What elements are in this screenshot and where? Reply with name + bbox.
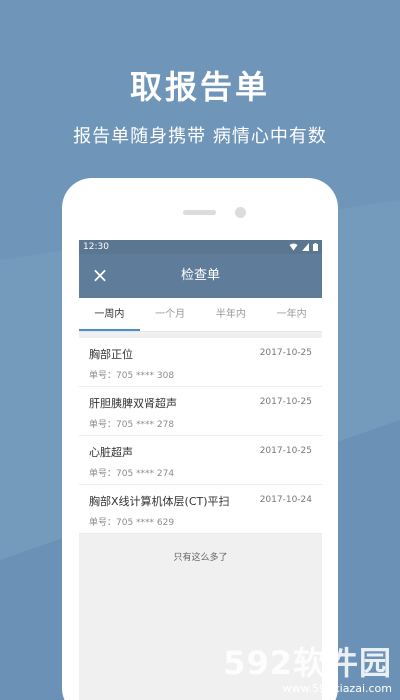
site-watermark: 592软件园 www.592xiazai.com: [223, 638, 392, 695]
tab-one-week[interactable]: 一周内: [79, 298, 140, 331]
list-item[interactable]: 心脏超声 2017-10-25 单号：705 **** 274: [79, 436, 322, 485]
tab-one-month[interactable]: 一个月: [140, 298, 201, 331]
period-tabs: 一周内 一个月 半年内 一年内: [79, 298, 322, 332]
watermark-logo: 592软件园: [223, 644, 392, 682]
phone-camera: [235, 207, 246, 218]
promo-subtitle: 报告单随身携带 病情心中有数: [73, 126, 327, 147]
end-of-list-note: 只有这么多了: [173, 553, 228, 563]
record-number: 单号：705 **** 274: [89, 469, 175, 479]
list-item[interactable]: 胸部正位 2017-10-25 单号：705 **** 308: [79, 338, 322, 387]
record-number: 单号：705 **** 629: [89, 518, 175, 528]
app-bar: × 检查单: [79, 254, 322, 298]
wifi-icon: [289, 243, 298, 251]
status-icons: [289, 240, 318, 254]
status-bar: 12:30: [79, 240, 322, 254]
status-time: 12:30: [83, 242, 109, 252]
record-date: 2017-10-25: [259, 348, 312, 358]
list-item[interactable]: 胸部X线计算机体层(CT)平扫 2017-10-24 单号：705 **** 6…: [79, 485, 322, 534]
record-number: 单号：705 **** 308: [89, 371, 175, 381]
record-date: 2017-10-24: [259, 495, 312, 505]
page-title: 检查单: [180, 268, 220, 283]
record-date: 2017-10-25: [259, 397, 312, 407]
phone-screen: 12:30 × 检查单 一周内 一个月 半年内 一年内 胸部正位 2017-10…: [79, 240, 322, 700]
record-date: 2017-10-25: [259, 446, 312, 456]
battery-icon: [313, 243, 318, 251]
phone-speaker: [183, 210, 216, 215]
record-number: 单号：705 **** 278: [89, 420, 175, 430]
list-item[interactable]: 肝胆胰脾双肾超声 2017-10-25 单号：705 **** 278: [79, 387, 322, 436]
promo-title: 取报告单: [129, 68, 270, 106]
record-list: 胸部正位 2017-10-25 单号：705 **** 308 肝胆胰脾双肾超声…: [79, 338, 322, 534]
signal-icon: [302, 243, 309, 251]
tab-one-year[interactable]: 一年内: [261, 298, 322, 331]
tab-half-year[interactable]: 半年内: [201, 298, 262, 331]
